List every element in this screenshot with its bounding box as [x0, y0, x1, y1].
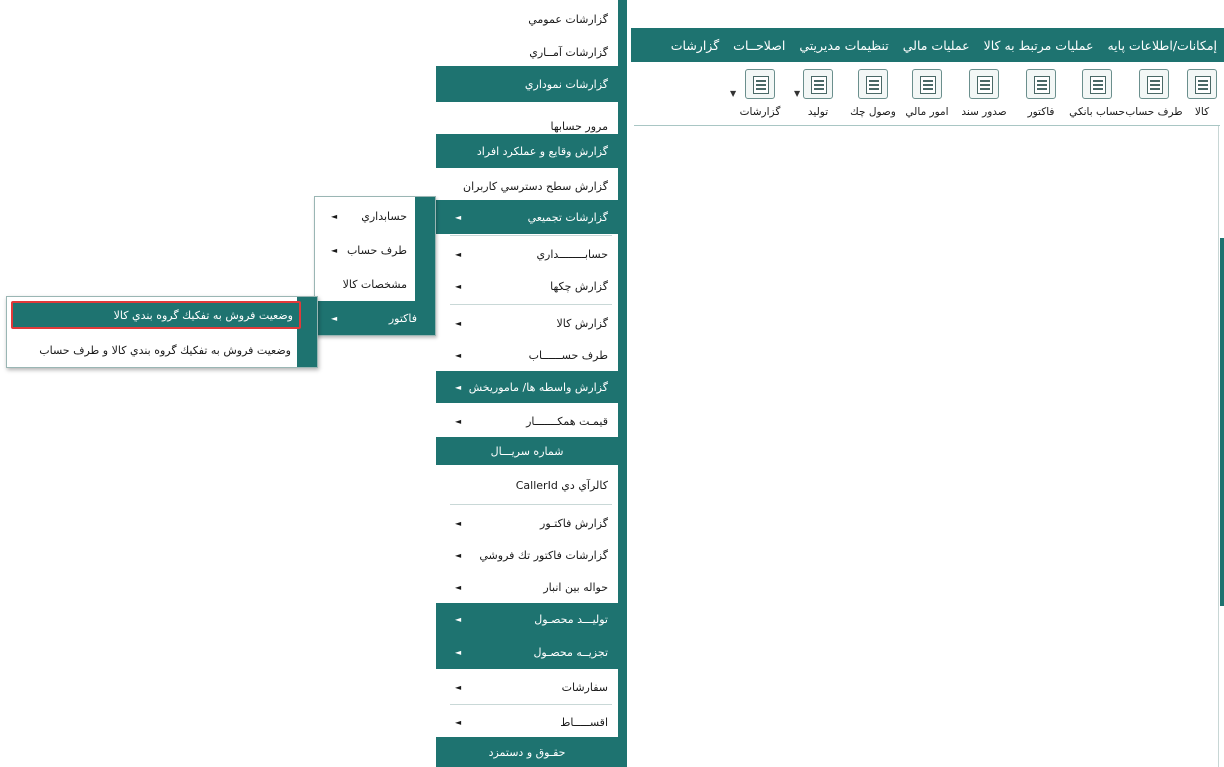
- toolbar-label: طرف حساب: [1125, 106, 1183, 118]
- reports-dropdown-menu: گزارشات عمومي گزارشات آمــاري گزارشات نم…: [436, 0, 618, 767]
- bank-card-icon: [1082, 69, 1112, 99]
- menu-item-statistical-reports[interactable]: گزارشات آمــاري: [436, 38, 618, 66]
- toolbar-divider: [634, 125, 1220, 126]
- chevron-down-icon[interactable]: ▼: [794, 89, 800, 98]
- box-icon: [1187, 69, 1217, 99]
- menu-basic-info[interactable]: إمكانات/اطلاعات پايه: [1100, 38, 1224, 53]
- chevron-left-icon: ◄: [455, 416, 462, 426]
- toolbar-bank-account-button[interactable]: حساب بانكي: [1068, 65, 1126, 125]
- toolbar-cheque-collection-button[interactable]: وصول چك: [846, 65, 900, 125]
- cheque-icon: [858, 69, 888, 99]
- toolbar-production-button[interactable]: توليد ▼: [790, 65, 846, 125]
- menu-item-account-party[interactable]: طرف حســــــاب ◄: [436, 339, 618, 371]
- toolbar-invoice-button[interactable]: فاكتور: [1014, 65, 1068, 125]
- menu-item-product-decomposition[interactable]: تجزيــه محصـول ◄: [436, 635, 618, 669]
- chevron-left-icon: ◄: [455, 647, 462, 657]
- menu-item-chart-reports[interactable]: گزارشات نموداري: [436, 66, 618, 102]
- report-chart-icon: [745, 69, 775, 99]
- menu-separator: [450, 304, 612, 305]
- invoice-submenu: وضعيت فروش به تفكيك گروه بندي كالا وضعيت…: [6, 296, 318, 368]
- toolbar-account-party-button[interactable]: طرف حساب: [1125, 65, 1183, 125]
- submenu-item-invoice[interactable]: فاكتور ◄: [315, 301, 435, 335]
- menu-item-orders[interactable]: سفارشات ◄: [436, 671, 618, 703]
- toolbar-label: امور مالي: [905, 106, 949, 118]
- chevron-left-icon: ◄: [455, 614, 462, 624]
- toolbar-label: حساب بانكي: [1069, 106, 1125, 118]
- chevron-left-icon: ◄: [455, 550, 462, 560]
- content-border: [1218, 126, 1219, 767]
- toolbar-label: گزارشات: [739, 106, 781, 118]
- menu-management-settings[interactable]: تنظيمات مديريتي: [792, 38, 895, 53]
- menu-item-accounting[interactable]: حسابــــــــداري ◄: [436, 238, 618, 270]
- chevron-left-icon: ◄: [331, 313, 338, 323]
- chevron-left-icon: ◄: [455, 582, 462, 592]
- person-card-icon: [1139, 69, 1169, 99]
- aggregate-reports-submenu: حسابداري ◄ طرف حساب ◄ مشخصات كالا فاكتور ◄: [314, 196, 436, 336]
- menu-item-invoice-report[interactable]: گزارش فاكتـور ◄: [436, 507, 618, 539]
- toolbar-label: صدور سند: [961, 106, 1007, 118]
- chevron-left-icon: ◄: [455, 318, 462, 328]
- menu-item-cheque-report[interactable]: گزارش چكها ◄: [436, 270, 618, 302]
- menu-item-general-reports[interactable]: گزارشات عمومي: [436, 4, 618, 34]
- menu-item-payroll[interactable]: حقـوق و دستمزد: [436, 737, 618, 767]
- menu-item-agents-report[interactable]: گزارش واسطه ها/ ماموريخش ◄: [436, 371, 618, 403]
- toolbar-reports-button[interactable]: گزارشات ▼: [730, 65, 790, 125]
- menu-item-product-production[interactable]: توليـــد محصـول ◄: [436, 603, 618, 635]
- toolbar-label: توليد: [807, 106, 829, 118]
- submenu-item-sales-by-goods-group-and-party[interactable]: وضعيت فروش به تفكيك گروه بندي كالا و طرف…: [7, 333, 297, 367]
- document-edit-icon: [969, 69, 999, 99]
- menu-financial-operations[interactable]: عمليات مالي: [896, 38, 977, 53]
- chevron-left-icon: ◄: [331, 245, 338, 255]
- chevron-left-icon: ◄: [455, 518, 462, 528]
- menu-separator: [450, 504, 612, 505]
- menu-item-warehouse-transfer[interactable]: حواله بين انبار ◄: [436, 571, 618, 603]
- submenu-item-accounting[interactable]: حسابداري ◄: [315, 199, 415, 233]
- chevron-left-icon: ◄: [455, 717, 462, 727]
- chevron-left-icon: ◄: [455, 682, 462, 692]
- toolbar: كالا طرف حساب حساب بانكي فاكتور صدور سند…: [634, 65, 1222, 125]
- menu-item-goods-report[interactable]: گزارش كالا ◄: [436, 307, 618, 339]
- menu-reports[interactable]: گزارشات: [664, 38, 726, 53]
- chevron-left-icon: ◄: [455, 212, 462, 222]
- menu-separator: [450, 235, 612, 236]
- menu-item-caller-id[interactable]: كالرآي دي CallerId: [436, 467, 618, 503]
- content-scroll-accent: [1220, 238, 1224, 606]
- toolbar-label: وصول چك: [850, 106, 896, 118]
- invoice-icon: [1026, 69, 1056, 99]
- menu-item-installments[interactable]: اقســـــاط ◄: [436, 707, 618, 737]
- toolbar-issue-document-button[interactable]: صدور سند: [954, 65, 1014, 125]
- menu-separator: [450, 704, 612, 705]
- chevron-left-icon: ◄: [455, 249, 462, 259]
- menu-item-partner-price[interactable]: قيمـت همكـــــــار ◄: [436, 405, 618, 437]
- chevron-left-icon: ◄: [455, 281, 462, 291]
- chevron-left-icon: ◄: [455, 350, 462, 360]
- menu-goods-operations[interactable]: عمليات مرتبط به كالا: [977, 38, 1101, 53]
- toolbar-label: فاكتور: [1027, 106, 1055, 118]
- menu-item-accounts-review[interactable]: مرور حسابها: [436, 104, 618, 136]
- chevron-left-icon: ◄: [455, 382, 462, 392]
- menu-strip: [618, 0, 627, 767]
- menu-corrections[interactable]: اصلاحــات: [726, 38, 792, 53]
- main-menubar: إمكانات/اطلاعات پايه عمليات مرتبط به كال…: [631, 28, 1224, 62]
- chevron-down-icon[interactable]: ▼: [730, 89, 736, 98]
- toolbar-financial-affairs-button[interactable]: امور مالي: [900, 65, 954, 125]
- menu-item-aggregate-reports[interactable]: گزارشات تجميعي ◄: [436, 200, 618, 234]
- chevron-left-icon: ◄: [331, 211, 338, 221]
- submenu-item-sales-by-goods-group[interactable]: وضعيت فروش به تفكيك گروه بندي كالا: [11, 301, 301, 329]
- submenu-item-account-party[interactable]: طرف حساب ◄: [315, 233, 415, 267]
- production-icon: [803, 69, 833, 99]
- toolbar-label: كالا: [1194, 106, 1210, 118]
- submenu-item-goods-specs[interactable]: مشخصات كالا: [315, 267, 415, 301]
- toolbar-goods-button[interactable]: كالا: [1182, 65, 1222, 125]
- menu-item-single-sale-invoice[interactable]: گزارشات فاكتور تك فروشي ◄: [436, 539, 618, 571]
- menu-item-access-level-report[interactable]: گزارش سطح دسترسي كاربران: [436, 168, 618, 204]
- menu-item-events-report[interactable]: گزارش وقايع و عملكرد افراد: [436, 134, 618, 168]
- calculator-icon: [912, 69, 942, 99]
- menu-item-serial-number[interactable]: شماره سريـــال: [436, 437, 618, 465]
